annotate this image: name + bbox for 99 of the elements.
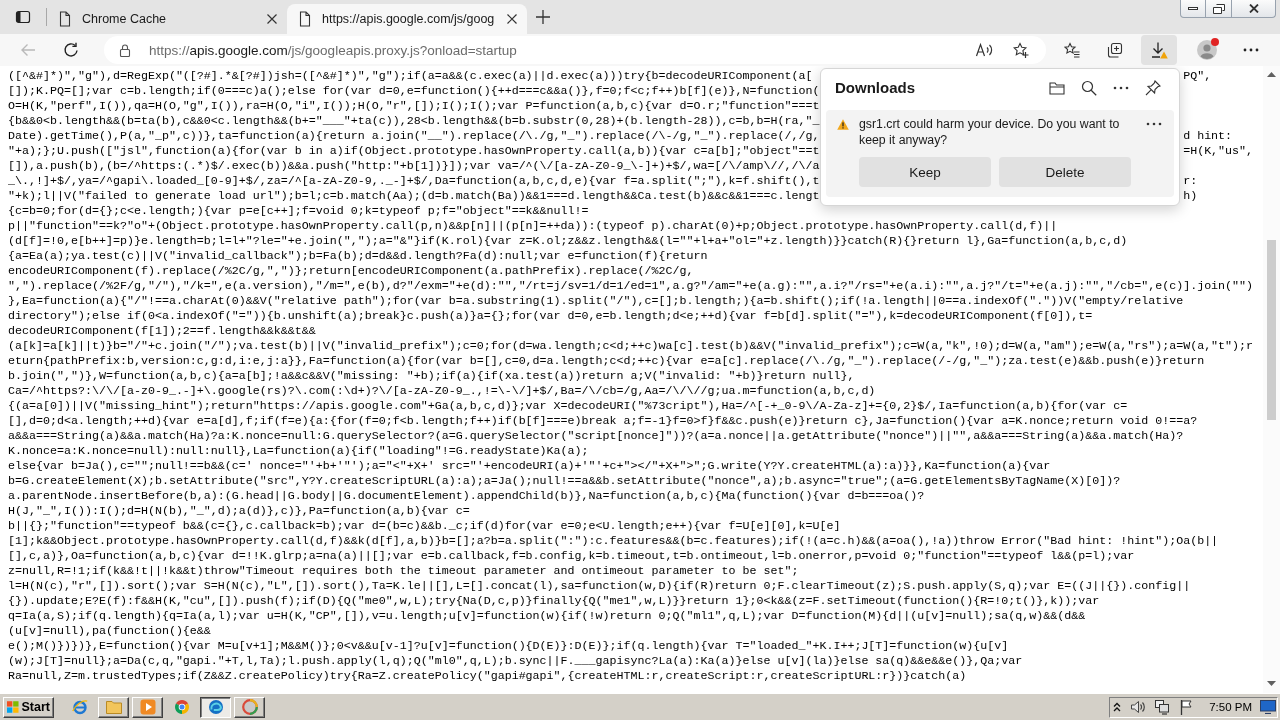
code-line: (a[k]=a[k]||t)}b="/"+c.join("/");va.test(b)||V("invalid_prefix");c=0;for(d=wa.length;c<d;++c)wa[c].test(b)&&V("invalid_prefix");c=W(a,"k",!0);d=W(a,"am");e=W(a,"rs");a=W(a,"t");r	[8, 338, 1254, 353]
browser-icon	[173, 699, 190, 715]
folder-icon	[105, 700, 122, 714]
close-icon[interactable]	[267, 14, 277, 24]
code-line: Ca=/^https?:\/\/[a-z0-9_.-]+\.google(rs)?\.com(:\d+)?\/[a-zA-Z0-9_.,!=\-\/]+$/,Ba=/\/cb=/g,Aa=/\/\//g;ua.m=function(a,b,c,d)	[8, 383, 876, 398]
flag-icon[interactable]	[1179, 699, 1194, 715]
code-line: a.parentNode.insertBefore(b,a):(G.head||G.body||G.documentElement).appendChild(b)},Na=function(a,b,c){Ma(function(){var d=b===oa()?	[8, 488, 925, 503]
code-line: [],c,a)},Oa=function(a,b,c){var d=!!K.glrp;a=na(a)||[];var e=b.callback,f=b.config,k=b.timeout,t=b.ontimeout,l=b.onerror,p=void 0;"function"==typeof l&&(p=l);var	[8, 548, 1135, 563]
code-line: O=H(K,"perf",I()),qa=H(O,"g",I()),ra=H(O,"i",I());H(O,"r",[]);I();I();var P=function(a,b,c){var d=O.r;"function"===t	[8, 98, 820, 113]
browser-icon	[71, 699, 88, 715]
windows-logo-icon	[7, 700, 19, 714]
lock-icon[interactable]	[118, 43, 132, 57]
code-line: {a=Ea(a);ya.test(c)||V("invalid_callback");b=Fa(b);d=d&&d.length?Fa(d):null;var e=function(f){return	[8, 248, 708, 263]
monitor-icon[interactable]	[1260, 700, 1276, 714]
code-line: ",").replace(/%2F/g,"/"),"/k=",e(a.version),"/m=",e(b),d?"/exm="+e(d):"","/rt=j/sv=1/d=1/ed=1",a.g?"/am="+e(a.g):"",a.i?"/rs="+e(a.i):"",a.j?"/t="+e(a.j):"","/cb=",e(c)].join("")	[8, 278, 1254, 293]
arrow-down-icon[interactable]	[1267, 681, 1276, 686]
folder-icon[interactable]	[1049, 79, 1065, 96]
code-line: directory");else if(0<a.indexOf("=")){b.unshift(a);break}c.push(a)}a={};for(var d=0,e=b.length;d<e;++d){var f=b[d].split("="),k=decodeURIComponent(f[0]),t=	[8, 308, 1093, 323]
code-line: },Ea=function(a){"/"!==a.charAt(0)&&V("relative path");for(var b=a.substring(1).split("/"),c=[];b.length;){a=b.shift();if(!a.length||0==a.indexOf("."))V("empty/relative	[8, 293, 1184, 308]
code-line: l=H(N(c),"r",[]).sort();var S=H(N(c),"L",[]).sort(),Ta=K.le||[],L=[].concat(l),sa=function(w,D){if(R)return 0;F.clearTimeout(z);S.push.apply(S,q);var E=((J||{}).config||	[8, 578, 1191, 593]
arrow-up-icon[interactable]	[1267, 72, 1276, 77]
code-line: e();M()})})},E=function(){var M=u[v+1];M&&M()};0<v&&u[v-1]?u[v]=function(){D(E)}:D(E)};if(q.length){var T="loaded_"+K.I++;J[T]=function(w){u[v]	[8, 638, 1009, 653]
add-favorite-icon[interactable]	[1013, 42, 1029, 58]
code-line: []),a.push(b),(b=/^https:(.*)$/.exec(b))&&a.push("http:"+b[1])}]);var va=/^(\/[a-zA-Z0-9_\-]+)+$/,wa=[/\/amp\//,/\/a	[8, 158, 820, 173]
code-line: H(J,"_",I()):I();d=H(N(b),"_",d);a(d)},c)},Pa=function(a,b){var c=	[8, 503, 470, 518]
warning-message: gsr1.crt could harm your device. Do you want to keep it anyway?	[859, 116, 1121, 148]
code-line: _\.,!]+$/,ya=/^gapi\.loaded_[0-9]+$/,za=/^[a-zA-Z0-9,._-]+$/,Da=function(a,b,c,d,e){var f=a.split(";"),k=f.shift(),t	[8, 173, 820, 189]
tab-actions-icon[interactable]	[15, 9, 31, 25]
code-line: (d[f]=!0,e[b++]=p)}e.length=b;l=l+"?le="+e.join(",");a="&"}if(K.rol){var z=K.ol;z&&z.length&&(l=""+l+a+"ol="+z.length)}}catch(R){}return l},Ga=function(a,b,c,d)	[8, 233, 1128, 248]
code-line: (w);J[T]=null};a=Da(c,q,"gapi."+T,l,Ta);l.push.apply(l,q);Q("ml0",q,L);b.sync||F.___gapisync?La(a):Ka(a)}else u[v](la)}else sa(q)&&e&&e()},Qa;var	[8, 653, 1023, 668]
code-line: else{var b=Ja(),c="";null!==b&&(c=' nonce="'+b+'"');a="<"+X+' src="'+encodeURI(a)+'"'+c+"></"+X+">";G.write(Y?Y.createHTML(a):a)}},Ka=function(a){var	[8, 458, 1051, 473]
code-fragment: PQ",	[1183, 68, 1212, 84]
code-line: {(a=a[0])||V("missing_hint");return"https://apis.google.com"+Ga(a,b,c,d)};var X=decodeURI("%73cript"),Ha=/^[-+_0-9\/A-Za-z]+={0,2}$/,Ia=function(a,b){for(var c=	[8, 398, 1128, 413]
panel-title: Downloads	[835, 79, 915, 96]
warning-icon	[837, 119, 849, 130]
read-aloud-icon[interactable]	[975, 42, 993, 58]
code-line: "+k);l||V("failed to generate load url");b=l;c=b.match(Aa);(d=b.match(Ba))&&1===d.length&&Ca.test(b)&&c&&1===c.lengt	[8, 188, 820, 204]
downloads-button[interactable]	[1141, 35, 1177, 65]
play-icon	[139, 699, 156, 715]
code-line: encodeURIComponent(f).replace(/%2C/g,",")};return[encodeURIComponent(a.pathPrefix).replace(/%2C/g,	[8, 263, 694, 278]
taskbar-button[interactable]	[200, 696, 231, 718]
code-line: "+a);};U.push(["jsl",function(a){for(var b in a)if(Object.prototype.hasOwnProperty.call(a,b)){var c=a[b];"object"==t	[8, 143, 820, 159]
restore-button[interactable]	[1206, 0, 1232, 18]
code-line: Date).getTime(),P(a,"_p",c))},ta=function(a){return a.join("__").replace(/\./g,"_").replace(/\-/g,"_").replace(/,/g,	[8, 128, 820, 144]
page-icon	[57, 11, 73, 27]
minimize-button[interactable]	[1180, 0, 1206, 18]
code-line: Ra=null,Z=m.trustedTypes;if(Z&&Z.createPolicy)try{Ra=Z.createPolicy("gapi#gapi",{createHTML:r,createScript:r,createScriptURL:r})}catch(a)	[8, 668, 967, 683]
code-line: {c=b=0;for(d={};c<e.length;){var p=e[c++];f=void 0;k=typeof p;f="object"==k&&null!=	[8, 203, 589, 218]
more-icon[interactable]	[1113, 85, 1129, 90]
code-line: [1];k&&Object.prototype.hasOwnProperty.call(d,f)&&k(d[f],a,b)}b=[];a?b=a.split(":"):c.features&&(b=c.features);if(!(a=c.h)&&(a=oa(),!a))throw Error("Bad hint: !hint");Oa(b||	[8, 533, 1219, 548]
browser-tab[interactable]: Chrome Cache	[47, 4, 287, 34]
close-button[interactable]	[1232, 0, 1276, 18]
code-line: (u[v]=null),pa(function(){e&&	[8, 623, 211, 638]
code-line: {}).update;E?E(f):f&&H(K,"cu",[]).push(f);if(D){Q("me0",w,L);try{Na(D,c,p)}finally{Q("me1",w,L)}}return 1};0<k&&(z=F.setTimeout(function(){R=!0;t()},k));var	[8, 593, 1100, 608]
more-icon[interactable]	[1243, 48, 1259, 52]
page-icon	[297, 11, 313, 27]
code-line: a&&a===String(a)&&a.match(Ha)?a:K.nonce=null:G.querySelector?(a=G.querySelector("script[nonce]"))?(a=a.nonce||a.getAttribute("nonce")||"",a&&a===String(a)&&a.match(Ha)?	[8, 428, 1184, 443]
code-line: K.nonce=a:K.nonce=null):null:null},La=function(a){if("loading"!=G.readyState)Ka(a);	[8, 443, 589, 458]
code-line: b||{};"function"==typeof b&&(c={},c.callback=b);var d=(b=c)&&b._c;if(d)for(var e=0;e<U.length;e++){var f=U[e][0],k=U[e]	[8, 518, 841, 533]
action-button[interactable]: Delete	[999, 157, 1131, 187]
code-line: {b&&0<b.length&&(b=ta(b),c&&0<c.length&&(b+="___"+ta(c)),28<b.length&&(b=b.substr(0,28)+(b.length-28)),c=b,b=H(ra,"_	[8, 113, 820, 128]
browser-tab[interactable]: https://apis.google.com/js/goog	[287, 4, 527, 34]
code-line: p||"function"==k?"o"+(Object.prototype.hasOwnProperty.call(p,n)&&p[n]||(p[n]=++da)):(typeof p).charAt(0)+p;Object.prototype.hasOwnProperty.call(d,f)||	[8, 218, 1058, 233]
code-fragment: =H(K,"us",	[1183, 143, 1254, 159]
code-line: eturn{pathPrefix:b,version:c,g:d,i:e,j:a}},Fa=function(a){for(var b=[],c=0,d=a.length;c<d;++c){var e=a[c].replace(/\./g,"_").replace(/-/g,"_");za.test(e)&&b.push(e)}return	[8, 353, 1205, 368]
code-line: b=G.createElement(X);b.setAttribute("src",Y?Y.createScriptURL(a):a);a=Ja();null!==a&&b.setAttribute("nonce",a);b.async="true";(a=G.getElementsByTagName(X)[0])?	[8, 473, 1121, 488]
ring-icon	[241, 699, 258, 715]
collections-icon[interactable]	[1107, 42, 1123, 58]
close-icon	[1248, 4, 1259, 13]
restore-icon	[1212, 3, 1225, 14]
close-icon[interactable]	[507, 14, 517, 24]
browser-icon	[207, 699, 224, 715]
minimize-icon	[1188, 7, 1198, 10]
code-fragment: d hint:	[1183, 128, 1233, 144]
code-line: z=null,R=!1;if(k&&!t||!k&&t)throw"Timeout requires both the timeout parameter and ontimeout parameter to be set";	[8, 563, 799, 578]
network-icon[interactable]	[1154, 699, 1171, 715]
code-line: [],d=0;d<a.length;++d){var e=a[d],f;if(f=e){a:{for(f=0;f<b.length;f++)if(b[f]===e)break a;f=-1}f=0>f}f&&c.push(e)}return c},Ja=function(){var a=K.nonce;return void 0!==a?	[8, 413, 1198, 428]
refresh-icon[interactable]	[63, 42, 79, 58]
code-line: []);K.PQ=[];var c=b.length;if(0===c)a();else for(var d=0,e=function(){++d===c&&a()},f=0;f<c;f++)b[f](e)},N=function(	[8, 83, 820, 98]
start-button[interactable]: Start	[3, 696, 54, 718]
speaker-icon[interactable]	[1130, 699, 1147, 715]
code-line: q=Ia(a,S);if(q.length){q=Ia(a,l);var u=H(K,"CP",[]),v=u.length;u[v]=function(w){if(!w)return 0;Q("ml1",q,L);var D=function(M){d||(u[v]=null);sa(q,w)&&(d&&	[8, 608, 1086, 623]
code-line: b.join(",")},W=function(a,b,c){a=a[b];!a&&c&&V("missing: "+b);if(a){if(xa.test(a))return a;V("invalid: "+b)}return null},	[8, 368, 855, 383]
favorites-icon[interactable]	[1064, 42, 1080, 58]
code-line: decodeURIComponent(f[1]);2==f.length&&k&&t&&	[8, 323, 316, 338]
pin-icon[interactable]	[1145, 79, 1161, 96]
scrollbar[interactable]	[1263, 66, 1280, 693]
scrollbar-thumb[interactable]	[1267, 240, 1276, 420]
address-bar[interactable]: https://apis.google.com/js/googleapis.proxy.js?onload=startup	[104, 36, 1046, 64]
avatar-icon[interactable]	[1197, 40, 1217, 60]
search-icon[interactable]	[1081, 79, 1097, 96]
more-icon[interactable]	[1146, 122, 1162, 126]
code-line: ([^&#]*)","g"),d=RegExp("([?#].*&[?#])jsh=([^&#]*)","g");if(a=a&&(c.exec(a)||d.exec(a)))try{b=decodeURIComponent(a[	[8, 68, 813, 84]
code-fragment: h)	[1183, 188, 1198, 204]
action-button[interactable]: Keep	[859, 157, 991, 187]
chevron-up-icon[interactable]	[1113, 702, 1122, 712]
plus-icon[interactable]	[536, 10, 550, 24]
code-fragment: r:	[1183, 173, 1198, 189]
clock[interactable]: 7:50 PM	[1209, 701, 1252, 713]
